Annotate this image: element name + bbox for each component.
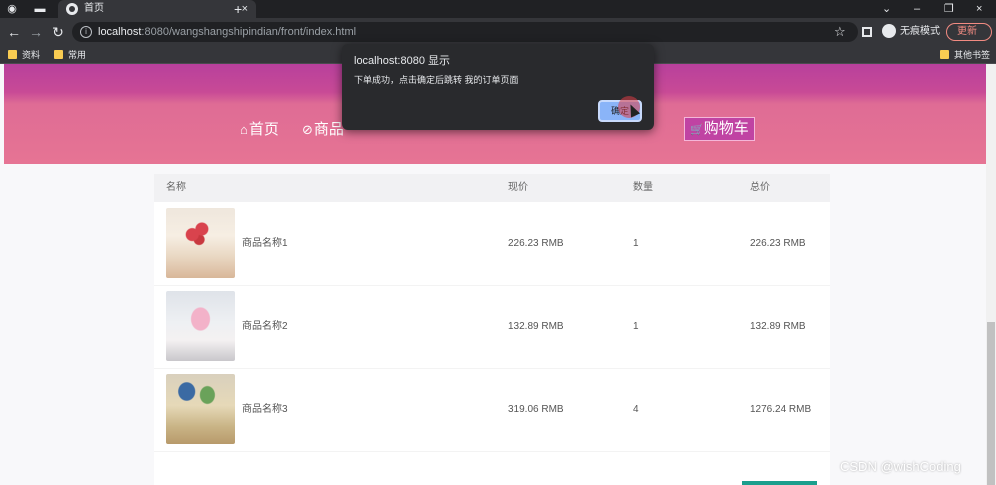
column-quantity: 数量 <box>633 182 653 193</box>
forward-arrow-icon[interactable]: → <box>28 23 44 41</box>
tab-strip: ◉ ▬ 首页 × + ⌄ – ❐ × <box>0 0 996 18</box>
new-tab-button[interactable]: + <box>234 0 242 18</box>
incognito-label[interactable]: 无痕模式 <box>900 25 940 39</box>
browser-toolbar: ← → ↻ i localhost:8080/wangshangshipindi… <box>0 18 996 46</box>
product-image[interactable] <box>166 208 235 278</box>
back-arrow-icon[interactable]: ← <box>6 23 22 41</box>
checkout-button[interactable] <box>742 481 817 485</box>
maximize-button[interactable]: ❐ <box>944 0 954 18</box>
home-icon: ⌂ <box>240 122 248 137</box>
side-panel-icon[interactable] <box>862 27 872 37</box>
product-total: 1276.24 RMB <box>750 404 812 415</box>
globe-icon <box>66 3 78 15</box>
product-price: 132.89 RMB <box>508 321 564 332</box>
column-name: 名称 <box>166 182 186 193</box>
product-price: 319.06 RMB <box>508 404 564 415</box>
bookmark-folder-1[interactable]: 资料 <box>8 48 40 62</box>
chevron-down-icon[interactable]: ⌄ <box>882 0 891 18</box>
url-text[interactable]: localhost:8080/wangshangshipindian/front… <box>98 25 356 39</box>
table-row: 商品名称1 226.23 RMB 1 226.23 RMB <box>154 202 830 286</box>
nav-products[interactable]: ⊘商品 <box>302 120 344 140</box>
address-bar[interactable]: i localhost:8080/wangshangshipindian/fro… <box>72 22 858 42</box>
table-row: 商品名称3 319.06 RMB 4 1276.24 RMB <box>154 368 830 452</box>
bookmark-folder-2[interactable]: 常用 <box>54 48 86 62</box>
browser-tab[interactable]: 首页 × <box>58 0 256 18</box>
cart-table: 名称 现价 数量 总价 商品名称1 226.23 RMB 1 226.23 RM… <box>154 174 830 485</box>
column-total: 总价 <box>750 182 770 193</box>
product-quantity: 1 <box>633 238 639 249</box>
reload-icon[interactable]: ↻ <box>50 23 66 41</box>
chrome-menu-icon[interactable]: ◉ <box>6 3 18 15</box>
alert-dialog: localhost:8080 显示 下单成功，点击确定后跳转 我的订单页面 确定 <box>342 44 654 130</box>
page-scrollbar[interactable] <box>986 64 996 485</box>
product-quantity: 1 <box>633 321 639 332</box>
product-name[interactable]: 商品名称2 <box>242 320 288 334</box>
product-name[interactable]: 商品名称1 <box>242 237 288 251</box>
product-price: 226.23 RMB <box>508 238 564 249</box>
info-icon[interactable]: i <box>80 26 92 38</box>
window-close-button[interactable]: × <box>976 0 982 18</box>
update-button[interactable]: 更新 <box>946 23 992 41</box>
close-tab-icon[interactable]: × <box>242 1 248 17</box>
product-name[interactable]: 商品名称3 <box>242 403 288 417</box>
cart-icon: 🛒 <box>690 124 704 136</box>
screen: ◉ ▬ 首页 × + ⌄ – ❐ × ← → ↻ i localhost:808… <box>0 0 996 485</box>
column-price: 现价 <box>508 182 528 193</box>
scrollbar-thumb[interactable] <box>987 322 995 485</box>
product-image[interactable] <box>166 291 235 361</box>
table-row: 商品名称2 132.89 RMB 1 132.89 RMB <box>154 285 830 369</box>
watermark: CSDN @wishCoding <box>840 459 961 474</box>
star-icon[interactable]: ☆ <box>834 24 846 40</box>
product-total: 132.89 RMB <box>750 321 806 332</box>
tab-search-icon[interactable]: ▬ <box>34 3 46 15</box>
tab-title: 首页 <box>84 3 104 14</box>
table-header: 名称 现价 数量 总价 <box>154 174 830 202</box>
nav-home[interactable]: ⌂首页 <box>240 120 279 140</box>
nav-cart[interactable]: 🛒购物车 <box>684 117 755 141</box>
product-total: 226.23 RMB <box>750 238 806 249</box>
dialog-title: localhost:8080 显示 <box>354 55 450 67</box>
incognito-icon[interactable] <box>882 24 896 38</box>
tag-icon: ⊘ <box>302 122 313 137</box>
product-image[interactable] <box>166 374 235 444</box>
dialog-message: 下单成功，点击确定后跳转 我的订单页面 <box>354 75 519 85</box>
product-quantity: 4 <box>633 404 639 415</box>
other-bookmarks[interactable]: 其他书签 <box>940 48 990 62</box>
minimize-button[interactable]: – <box>914 0 920 18</box>
